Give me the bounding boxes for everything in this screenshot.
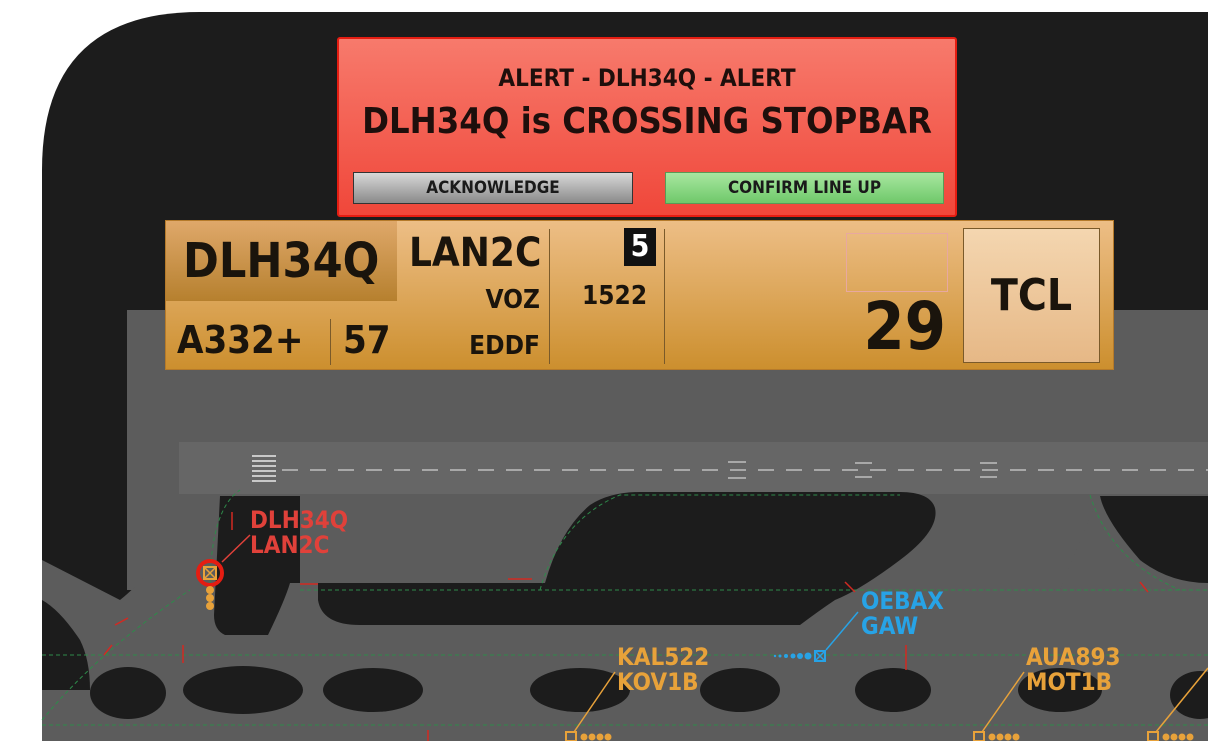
map-label-kal522[interactable]: KAL522 KOV1B	[617, 645, 709, 695]
strip-waypoint: VOZ	[485, 285, 541, 315]
flight-strip[interactable]: DLH34Q A332+ 57 LAN2C VOZ EDDF 5 1522 29…	[165, 220, 1114, 370]
confirm-line-up-button[interactable]: CONFIRM LINE UP	[665, 172, 944, 204]
alert-message: DLH34Q is CROSSING STOPBAR	[362, 101, 932, 142]
strip-divider	[549, 229, 550, 364]
map-label-aua893[interactable]: AUA893 MOT1B	[1026, 645, 1121, 695]
tcl-button[interactable]: TCL	[963, 228, 1100, 363]
strip-divider	[330, 319, 331, 365]
map-label-oebax-route: GAW	[861, 612, 919, 640]
strip-aircraft-type[interactable]: A332+	[177, 317, 303, 363]
map-label-dlh34q-callsign: DLH34Q	[250, 506, 349, 534]
strip-level-badge[interactable]: 5	[624, 228, 656, 266]
strip-empty-field[interactable]	[846, 233, 948, 292]
alert-header: ALERT - DLH34Q - ALERT	[498, 64, 796, 92]
map-label-oebax-callsign: OEBAX	[861, 587, 944, 615]
strip-destination: EDDF	[469, 331, 540, 361]
strip-callsign[interactable]: DLH34Q	[183, 231, 379, 291]
map-label-aua893-callsign: AUA893	[1026, 643, 1121, 671]
map-label-oebax[interactable]: OEBAX GAW	[861, 589, 944, 639]
strip-runway[interactable]: 29	[846, 289, 946, 365]
airport-radar-display: DLH34Q LAN2C OEBAX GAW KAL522 KOV1B AUA8…	[0, 0, 1208, 741]
map-label-dlh34q-route: LAN2C	[250, 531, 330, 559]
strip-divider	[664, 229, 665, 364]
strip-stand[interactable]: 57	[343, 317, 391, 363]
strip-sid[interactable]: LAN2C	[409, 229, 541, 277]
map-label-kal522-callsign: KAL522	[617, 643, 710, 671]
stopbar-alert-dialog: ALERT - DLH34Q - ALERT DLH34Q is CROSSIN…	[337, 37, 957, 217]
map-label-kal522-route: KOV1B	[617, 668, 699, 696]
acknowledge-button[interactable]: ACKNOWLEDGE	[353, 172, 633, 204]
runway	[179, 442, 1208, 494]
map-label-dlh34q[interactable]: DLH34Q LAN2C	[250, 508, 348, 558]
map-label-aua893-route: MOT1B	[1026, 668, 1113, 696]
strip-squawk[interactable]: 1522	[582, 279, 647, 313]
